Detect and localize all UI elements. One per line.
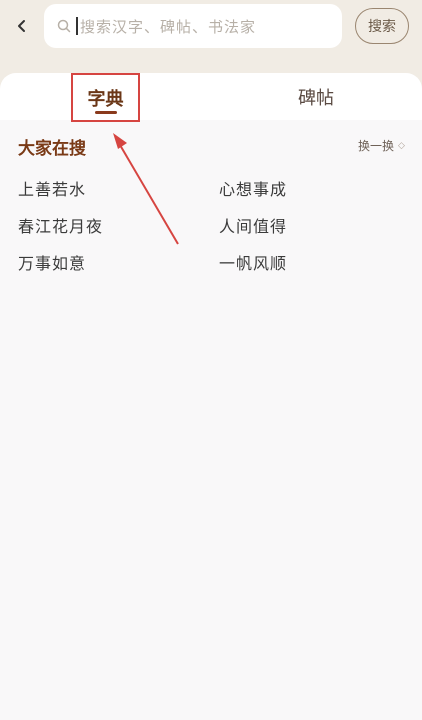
refresh-icon: ◇	[398, 140, 405, 151]
tab-bar: 字典 碑帖	[0, 73, 422, 122]
tab-copybook[interactable]: 碑帖	[286, 73, 346, 120]
back-icon	[18, 20, 25, 32]
refresh-button[interactable]: 换一换 ◇	[358, 137, 405, 154]
refresh-label: 换一换	[358, 139, 395, 153]
search-placeholder: 搜索汉字、碑帖、书法家	[80, 17, 257, 36]
trending-item[interactable]: 人间值得	[219, 213, 287, 237]
trending-item[interactable]: 一帆风顺	[219, 250, 287, 274]
text-caret	[76, 17, 78, 35]
tab-dictionary[interactable]: 字典	[71, 73, 140, 122]
trending-title: 大家在搜	[18, 139, 86, 159]
back-button[interactable]	[8, 12, 36, 40]
content-panel: 字典 碑帖 大家在搜 换一换 ◇ 上善若水 心想事成 春江花月夜 人间值得 万事…	[0, 73, 422, 720]
trending-item[interactable]: 春江花月夜	[18, 213, 103, 237]
trending-item[interactable]: 万事如意	[18, 250, 86, 274]
trending-item[interactable]: 上善若水	[18, 176, 86, 200]
search-icon	[56, 18, 72, 34]
search-button[interactable]: 搜索	[355, 8, 409, 44]
search-input[interactable]: 搜索汉字、碑帖、书法家	[44, 4, 342, 48]
header: 搜索汉字、碑帖、书法家 搜索	[0, 0, 422, 74]
active-tab-indicator	[95, 111, 117, 114]
trending-item[interactable]: 心想事成	[219, 176, 287, 200]
tab-dictionary-label: 字典	[87, 88, 124, 110]
